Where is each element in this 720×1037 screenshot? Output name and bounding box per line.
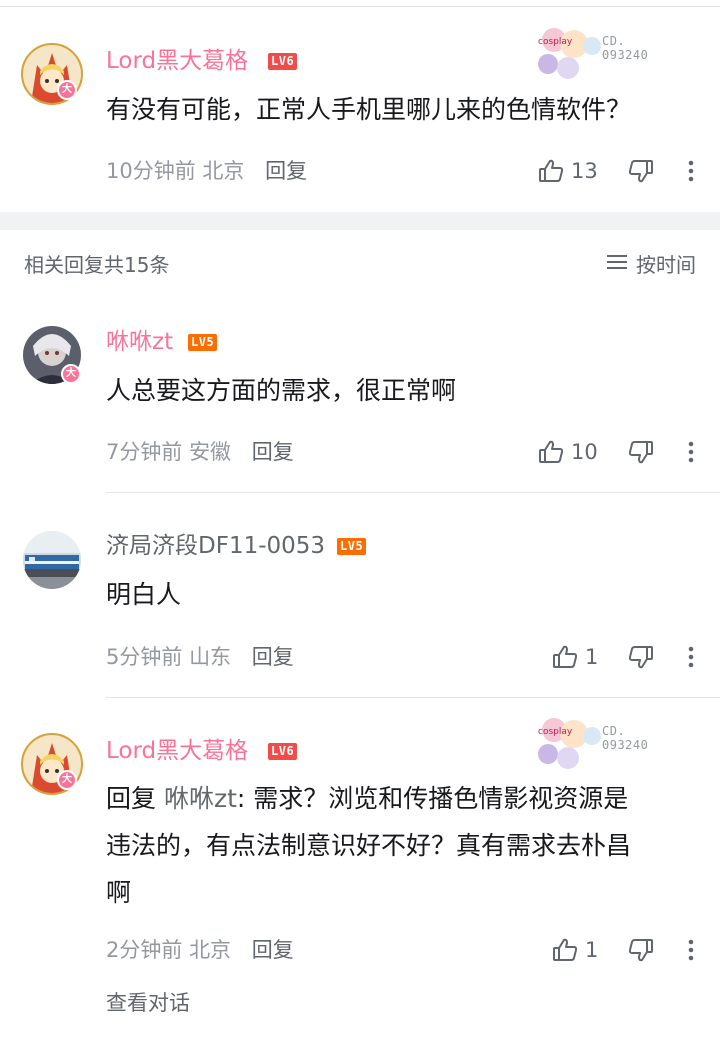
thumbs-down-icon xyxy=(627,936,655,964)
more-vertical-icon xyxy=(684,157,698,185)
fan-card-decoration: cosplay CD. 093240 xyxy=(534,712,664,772)
vip-big-badge: 大 xyxy=(57,770,77,790)
reply-time: 5分钟前 xyxy=(106,645,183,669)
reply-time: 2分钟前 xyxy=(106,938,183,962)
like-button[interactable]: 1 xyxy=(551,936,598,964)
reply-button[interactable]: 回复 xyxy=(252,440,294,464)
reply-button[interactable]: 回复 xyxy=(265,159,307,183)
reply-divider xyxy=(106,492,720,493)
reply-button[interactable]: 回复 xyxy=(252,645,294,669)
reply-meta: 7分钟前 安徽 回复 xyxy=(106,438,294,466)
thumbs-up-icon xyxy=(537,438,565,466)
replies-count-title: 相关回复共15条 xyxy=(24,253,170,277)
sort-label: 按时间 xyxy=(636,253,696,277)
reply-location: 山东 xyxy=(189,645,232,669)
comment-text: 有没有可能，正常人手机里哪儿来的色情软件？ xyxy=(106,95,632,124)
reply-location: 北京 xyxy=(189,938,232,962)
reply-meta: 5分钟前 山东 回复 xyxy=(106,643,294,671)
vip-big-badge: 大 xyxy=(61,364,81,384)
comment-meta: 10分钟前 北京 回复 xyxy=(106,157,307,185)
sort-lines-icon xyxy=(606,252,636,276)
dislike-button[interactable] xyxy=(627,157,655,185)
like-button[interactable]: 10 xyxy=(537,438,598,466)
more-vertical-icon xyxy=(684,438,698,466)
reply-text: 明白人 xyxy=(106,580,182,609)
vip-big-badge: 大 xyxy=(57,80,77,100)
svg-text:cosplay: cosplay xyxy=(538,727,573,737)
reply-prefix: 回复 xyxy=(106,784,157,813)
reply-text-line: : 需求？浏览和传播色情影视资源是 xyxy=(236,784,629,813)
avatar[interactable] xyxy=(23,531,81,589)
thumbs-up-icon xyxy=(551,936,579,964)
dislike-button[interactable] xyxy=(627,438,655,466)
level-badge: LV6 xyxy=(268,53,298,70)
dislike-button[interactable] xyxy=(627,936,655,964)
thumbs-up-icon xyxy=(537,157,565,185)
thumbs-up-icon xyxy=(551,643,579,671)
like-count: 13 xyxy=(571,159,598,183)
like-button[interactable]: 1 xyxy=(551,643,598,671)
thumbs-down-icon xyxy=(627,643,655,671)
username[interactable]: Lord黑大葛格 xyxy=(106,736,248,766)
more-menu-button[interactable] xyxy=(684,438,698,466)
comment-location: 北京 xyxy=(202,159,245,183)
fan-card-number: CD. 093240 xyxy=(602,34,649,62)
like-count: 1 xyxy=(585,938,599,962)
more-vertical-icon xyxy=(684,936,698,964)
fan-card-decoration: cosplay CD. 093240 xyxy=(534,22,664,82)
like-count: 1 xyxy=(585,645,599,669)
section-band xyxy=(0,212,720,230)
reply-meta: 2分钟前 北京 回复 xyxy=(106,936,294,964)
like-count: 10 xyxy=(571,440,598,464)
thumbs-down-icon xyxy=(627,438,655,466)
top-divider xyxy=(0,6,720,7)
more-menu-button[interactable] xyxy=(684,643,698,671)
reply-text: 回复 咻咻zt: 需求？浏览和传播色情影视资源是 违法的，有点法制意识好不好？真… xyxy=(106,775,706,916)
reply-text-line: 啊 xyxy=(106,878,132,907)
username[interactable]: 济局济段DF11-0053 xyxy=(106,531,325,561)
mentioned-user-link[interactable]: 咻咻zt xyxy=(164,784,237,813)
comment-time: 10分钟前 xyxy=(106,159,196,183)
level-badge: LV5 xyxy=(337,538,367,555)
thumbs-down-icon xyxy=(627,157,655,185)
like-button[interactable]: 13 xyxy=(537,157,598,185)
reply-text: 人总要这方面的需求，很正常啊 xyxy=(106,376,457,405)
view-conversation-link[interactable]: 查看对话 xyxy=(106,987,190,1017)
reply-divider xyxy=(106,697,720,698)
more-vertical-icon xyxy=(684,643,698,671)
username[interactable]: 咻咻zt xyxy=(106,327,173,357)
reply-location: 安徽 xyxy=(189,440,232,464)
svg-text:cosplay: cosplay xyxy=(538,37,573,47)
more-menu-button[interactable] xyxy=(684,157,698,185)
username[interactable]: Lord黑大葛格 xyxy=(106,46,248,76)
level-badge: LV5 xyxy=(188,334,218,351)
more-menu-button[interactable] xyxy=(684,936,698,964)
fan-card-number: CD. 093240 xyxy=(602,724,649,752)
reply-text-line: 违法的，有点法制意识好不好？真有需求去朴昌 xyxy=(106,831,632,860)
reply-time: 7分钟前 xyxy=(106,440,183,464)
level-badge: LV6 xyxy=(268,743,298,760)
reply-button[interactable]: 回复 xyxy=(252,938,294,962)
sort-by-time-button[interactable]: 按时间 xyxy=(606,249,696,278)
dislike-button[interactable] xyxy=(627,643,655,671)
